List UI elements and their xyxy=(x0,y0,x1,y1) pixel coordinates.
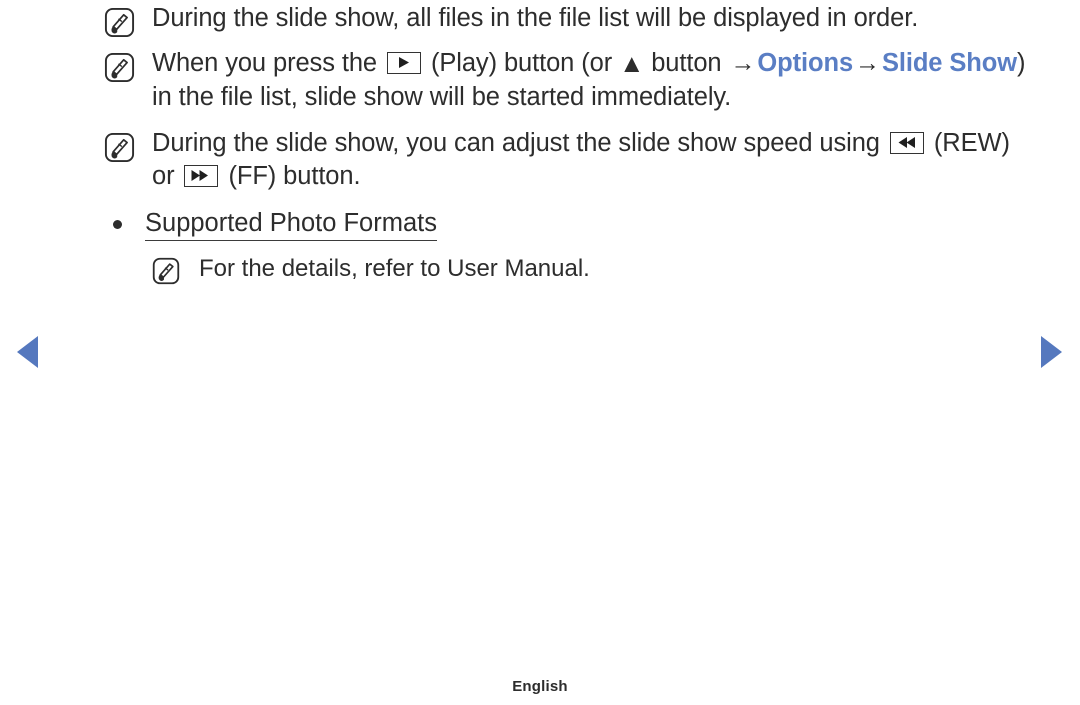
note-1-sentence: During the slide show, all files in the … xyxy=(152,4,919,32)
rewind-button-icon xyxy=(889,132,924,154)
note-icon-cell xyxy=(104,47,152,88)
section-bullet-row: Supported Photo Formats xyxy=(104,207,1034,241)
sub-note-sentence: For the details, refer to User Manual. xyxy=(199,255,590,282)
previous-page-button[interactable] xyxy=(17,336,39,373)
manual-page: During the slide show, all files in the … xyxy=(0,0,1080,705)
bullet-dot-cell xyxy=(104,207,145,234)
note-text: When you press the (Play) button (or ▲ b… xyxy=(152,47,1034,114)
arrow-right-icon: → xyxy=(855,49,880,77)
note-pen-icon xyxy=(104,52,135,88)
note-item: When you press the (Play) button (or ▲ b… xyxy=(104,47,1034,114)
note-pen-icon xyxy=(104,132,135,168)
menu-slideshow-label: Slide Show xyxy=(881,49,1017,77)
note-icon-cell xyxy=(104,2,152,43)
up-triangle-icon: ▲ xyxy=(619,50,645,78)
note-item: For the details, refer to User Manual. xyxy=(152,253,1034,290)
next-page-button[interactable] xyxy=(1040,336,1062,373)
play-button-icon xyxy=(386,52,421,74)
note-icon-cell xyxy=(104,127,152,168)
note-item: During the slide show, all files in the … xyxy=(104,2,1034,43)
note-3-text-c: (FF) button. xyxy=(221,162,361,190)
page-content: During the slide show, all files in the … xyxy=(104,2,1034,290)
bullet-title-wrap: Supported Photo Formats xyxy=(145,207,437,241)
fast-forward-button-icon xyxy=(184,165,219,187)
arrow-right-icon: → xyxy=(730,49,756,77)
note-icon-cell xyxy=(152,253,199,290)
note-text: During the slide show, you can adjust th… xyxy=(152,127,1034,193)
note-text: During the slide show, all files in the … xyxy=(152,2,1034,35)
note-2-text-a: When you press the xyxy=(152,49,384,77)
note-2-text-b: (Play) button (or xyxy=(423,49,620,77)
note-3-text-a: During the slide show, you can adjust th… xyxy=(152,129,887,157)
note-pen-icon xyxy=(152,257,180,290)
note-text: For the details, refer to User Manual. xyxy=(199,253,1034,284)
menu-options-label: Options xyxy=(757,49,854,77)
note-item: During the slide show, you can adjust th… xyxy=(104,127,1034,193)
page-footer-language: English xyxy=(512,678,568,695)
section-heading: Supported Photo Formats xyxy=(145,209,437,241)
note-pen-icon xyxy=(104,7,135,43)
note-2-text-c: button xyxy=(644,49,729,77)
bullet-dot-icon xyxy=(113,220,122,229)
